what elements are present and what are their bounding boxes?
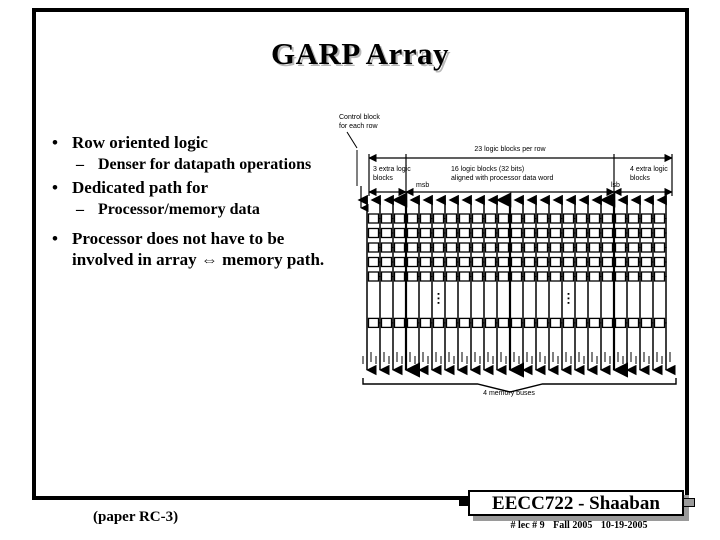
label-control-block-line1: Control block for each row	[339, 114, 380, 130]
bullet-text: Dedicated path for	[72, 178, 208, 197]
label-extra-right-text: 4 extra logic blocks	[630, 166, 668, 182]
course-badge: EECC722 - Shaaban	[459, 490, 695, 521]
bullet-item-1: • Row oriented logic	[44, 132, 334, 153]
label-center-text: 16 logic blocks (32 bits) aligned with pr…	[451, 166, 554, 182]
bullet-item-5: • Processor does not have to be involved…	[44, 228, 334, 270]
footer-meta: # lec # 9 Fall 2005 10-19-2005	[468, 520, 690, 531]
label-center-alignment: 16 logic blocks (32 bits) aligned with pr…	[451, 166, 553, 183]
bullet-marker: •	[52, 229, 58, 248]
label-blocks-per-row: 23 logic blocks per row	[474, 146, 546, 153]
bullet-item-3: • Dedicated path for	[44, 177, 334, 198]
bullet-text: Processor/memory data	[98, 201, 260, 218]
bullet-text: Denser for datapath operations	[98, 156, 312, 173]
array-schematic	[346, 131, 677, 393]
paper-reference: (paper RC-3)	[93, 509, 179, 525]
label-extra-left: 3 extra logic blocks	[373, 166, 411, 183]
label-control-block: Control block for each row	[339, 114, 380, 131]
label-extra-left-text: 3 extra logic blocks	[373, 166, 411, 182]
bullet-item-4: – Processor/memory data	[44, 200, 334, 220]
footer-term: Fall 2005	[553, 520, 593, 531]
label-extra-right: 4 extra logic blocks	[630, 166, 668, 183]
bullet-item-2: – Denser for datapath operations	[44, 155, 334, 175]
bullet-marker: •	[52, 178, 58, 197]
label-lsb: lsb	[611, 182, 620, 189]
bullet-marker: •	[52, 133, 58, 152]
bullet-marker: –	[76, 156, 84, 173]
bullet-list: • Row oriented logic – Denser for datapa…	[44, 132, 334, 272]
page-title: GARP Array	[270, 36, 450, 71]
bullet-marker: –	[76, 201, 84, 218]
bullet-text: Row oriented logic	[72, 133, 208, 152]
label-memory-buses: 4 memory buses	[483, 390, 535, 397]
badge-right-tab	[683, 498, 695, 507]
bullet-text: Processor does not have to be involved i…	[72, 229, 325, 269]
label-msb: msb	[416, 182, 430, 189]
badge-label: EECC722 - Shaaban	[468, 490, 684, 516]
footer-lecture: # lec # 9	[510, 520, 545, 531]
footer-date: 10-19-2005	[600, 520, 648, 531]
garp-array-diagram: Control block for each row 23 logic block…	[333, 112, 685, 412]
